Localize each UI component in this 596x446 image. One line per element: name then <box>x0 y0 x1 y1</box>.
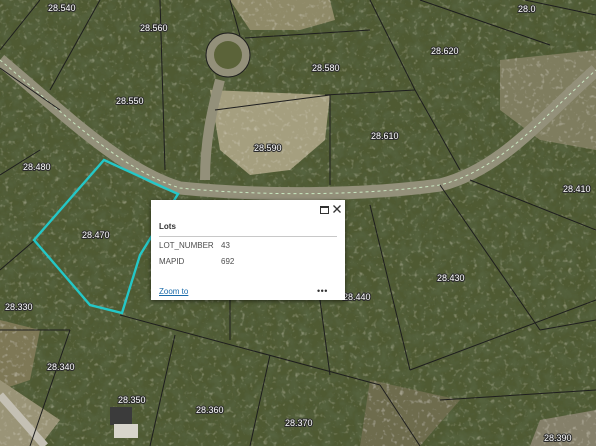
popup-header: Lots <box>151 200 345 237</box>
attribute-value: 43 <box>221 241 230 250</box>
parcel-label: 28.590 <box>254 143 282 153</box>
parcel-label: 28.480 <box>23 162 51 172</box>
attribute-name: MAPID <box>159 257 185 266</box>
parcel-label: 28.560 <box>140 23 168 33</box>
parcel-label: 28.350 <box>118 395 146 405</box>
parcel-label: 28.330 <box>5 302 33 312</box>
close-icon[interactable] <box>331 203 343 215</box>
attribute-value: 692 <box>221 257 235 266</box>
parcel-label: 28.360 <box>196 405 224 415</box>
zoom-to-link[interactable]: Zoom to <box>159 287 188 296</box>
popup-divider <box>159 236 337 237</box>
parcel-label: 28.370 <box>285 418 313 428</box>
parcel-label: 28.580 <box>312 63 340 73</box>
maximize-icon[interactable] <box>318 203 330 215</box>
attribute-name: LOT_NUMBER <box>159 241 214 250</box>
parcel-label: 28.430 <box>437 273 465 283</box>
parcel-label: 28.610 <box>371 131 399 141</box>
popup-title: Lots <box>159 222 176 231</box>
parcel-label: 28.540 <box>48 3 76 13</box>
parcel-label: 28.390 <box>544 433 572 443</box>
parcel-label: 28.620 <box>431 46 459 56</box>
parcel-label: 28.0 <box>518 4 536 14</box>
feature-popup: Lots LOT_NUMBER 43 MAPID 692 Zoom to ••• <box>151 200 345 300</box>
more-options-button[interactable]: ••• <box>317 286 328 296</box>
parcel-label: 28.410 <box>563 184 591 194</box>
parcel-label: 28.470 <box>82 230 110 240</box>
parcel-label: 28.340 <box>47 362 75 372</box>
parcel-label: 28.440 <box>343 292 371 302</box>
parcel-label: 28.550 <box>116 96 144 106</box>
